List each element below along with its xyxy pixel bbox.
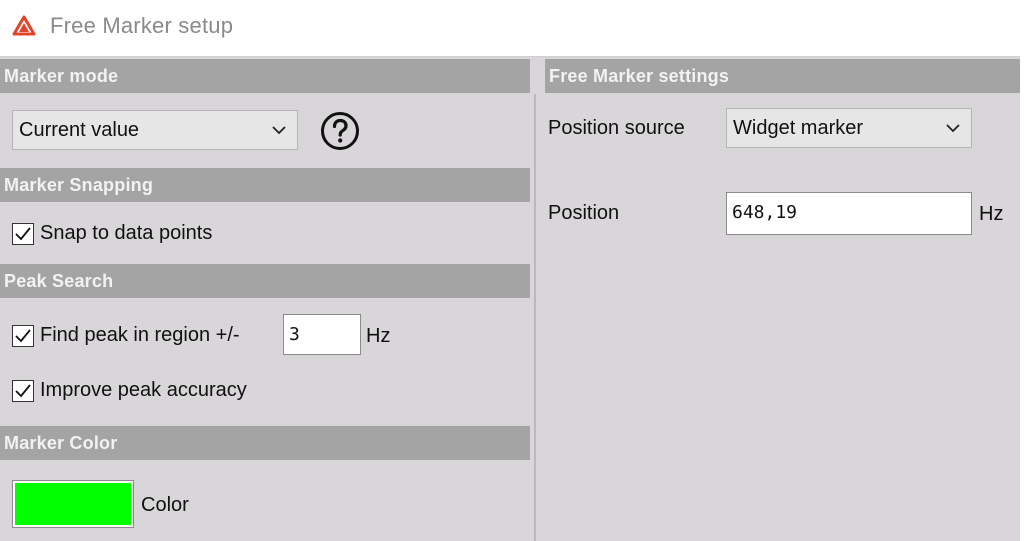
position-source-dropdown[interactable]: Widget marker [726,108,972,148]
marker-mode-dropdown[interactable]: Current value [12,110,298,150]
marker-snapping-header: Marker Snapping [0,168,530,202]
color-label: Color [141,494,189,516]
improve-peak-checkbox[interactable] [12,379,34,402]
free-marker-setup-window: Free Marker setup Marker mode Current va… [0,0,1024,541]
peak-region-unit: Hz [366,325,391,347]
chevron-down-icon [272,126,286,135]
color-swatch-button[interactable] [12,480,134,528]
improve-peak-label: Improve peak accuracy [40,379,247,401]
find-peak-option[interactable]: Find peak in region +/- [12,324,240,347]
triangle-logo-icon [12,15,36,36]
position-unit: Hz [979,203,1004,225]
find-peak-label: Find peak in region +/- [40,324,240,346]
position-source-value: Widget marker [733,117,864,139]
marker-color-header: Marker Color [0,426,530,460]
position-label: Position [548,202,620,224]
panel-divider [534,94,536,541]
marker-mode-value: Current value [19,119,140,141]
chevron-down-icon [946,124,960,133]
window-title: Free Marker setup [50,13,234,38]
snap-to-data-points-option[interactable]: Snap to data points [12,222,212,245]
snap-checkbox[interactable] [12,222,34,245]
title-bar: Free Marker setup [0,0,1024,57]
snap-label: Snap to data points [40,222,213,244]
marker-mode-header: Marker mode [0,59,530,93]
color-swatch-fill [15,483,131,525]
improve-peak-accuracy-option[interactable]: Improve peak accuracy [12,379,247,402]
find-peak-checkbox[interactable] [12,324,34,347]
peak-search-header: Peak Search [0,264,530,298]
position-source-label: Position source [548,117,685,139]
checkmark-icon [15,328,31,342]
peak-region-input[interactable]: 3 [283,314,361,355]
checkmark-icon [15,226,31,240]
position-input[interactable]: 648,19 [726,192,972,235]
checkmark-icon [15,383,31,397]
question-circle-icon[interactable] [320,111,360,151]
window-right-edge [1020,0,1024,541]
free-marker-settings-header: Free Marker settings [545,59,1024,93]
